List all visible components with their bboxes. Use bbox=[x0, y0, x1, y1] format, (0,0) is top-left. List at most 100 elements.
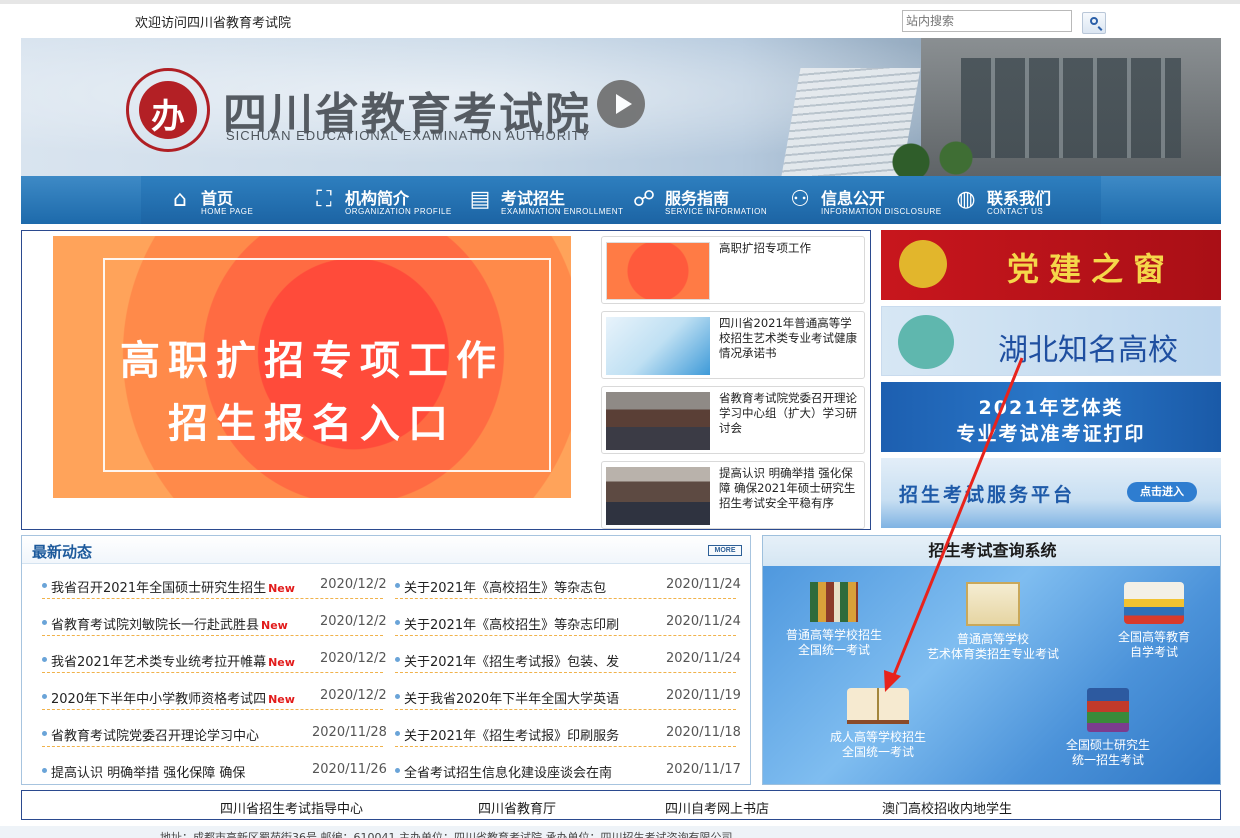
bullet-icon bbox=[42, 620, 47, 625]
query-body: 普通高等学校招生 全国统一考试 普通高等学校 艺术体育类招生专业考试 全国高等教… bbox=[763, 566, 1220, 784]
nav-label: 联系我们 bbox=[987, 189, 1052, 208]
query-item-line2: 全国统一考试 bbox=[797, 643, 870, 657]
news-item-title[interactable]: 关于2021年《高校招生》等杂志印刷 bbox=[404, 614, 659, 633]
news-item-title[interactable]: 提高认识 明确举措 强化保障 确保 bbox=[51, 762, 306, 781]
news-row[interactable]: 我省召开2021年全国硕士研究生招生 New 2020/12/2 bbox=[42, 569, 387, 599]
banner-trees-image bbox=[881, 138, 981, 176]
news-item-date: 2020/11/24 bbox=[666, 614, 741, 629]
news-item-date: 2020/11/24 bbox=[666, 651, 741, 666]
news-row[interactable]: 提高认识 明确举措 强化保障 确保 2020/11/26 bbox=[42, 754, 387, 784]
footer-address: 地址：成都市高新区蜀苑街36号 邮编：610041 主办单位：四川省教育考试院 … bbox=[160, 831, 733, 838]
book-stack-icon bbox=[1124, 582, 1184, 624]
featured-card[interactable]: 高职扩招专项工作 bbox=[601, 236, 865, 304]
bullet-icon bbox=[42, 768, 47, 773]
site-search-input[interactable] bbox=[902, 10, 1072, 32]
card-title: 提高认识 明确举措 强化保障 确保2021年硕士研究生招生考试安全平稳有序 bbox=[719, 466, 856, 510]
main-nav: ⌂ 首页 HOME PAGE ⛶ 机构简介 ORGANIZATION PROFI… bbox=[21, 176, 1221, 224]
new-badge: New bbox=[261, 619, 288, 632]
people-icon: ⚇ bbox=[790, 187, 810, 212]
news-item-title[interactable]: 2020年下半年中小学教师资格考试四 New bbox=[51, 688, 316, 707]
card-thumbnail bbox=[606, 317, 710, 375]
news-row[interactable]: 全省考试招生信息化建设座谈会在南 2020/11/17 bbox=[395, 754, 741, 784]
enter-button[interactable]: 点击进入 bbox=[1127, 482, 1197, 502]
news-item-date: 2020/12/2 bbox=[320, 651, 387, 666]
art-sports-admit-card-banner[interactable]: 2021年艺体类 专业考试准考证打印 bbox=[881, 382, 1221, 452]
news-row[interactable]: 关于我省2020年下半年全国大学英语 2020/11/19 bbox=[395, 680, 741, 710]
news-row[interactable]: 省教育考试院党委召开理论学习中心 2020/11/28 bbox=[42, 717, 387, 747]
query-item-adult-exam[interactable]: 成人高等学校招生 全国统一考试 bbox=[818, 688, 938, 760]
query-header: 招生考试查询系统 bbox=[763, 536, 1220, 566]
news-item-title[interactable]: 关于2021年《招生考试报》印刷服务 bbox=[404, 725, 659, 744]
school-icon bbox=[898, 315, 954, 369]
news-item-title[interactable]: 全省考试招生信息化建设座谈会在南 bbox=[404, 762, 659, 781]
news-item-title[interactable]: 关于我省2020年下半年全国大学英语 bbox=[404, 688, 659, 707]
bullet-icon bbox=[42, 731, 47, 736]
link-macau-universities[interactable]: 澳门高校招收内地学生 bbox=[882, 798, 1012, 817]
featured-card[interactable]: 四川省2021年普通高等学校招生艺术类专业考试健康情况承诺书 bbox=[601, 311, 865, 379]
nav-label: 考试招生 bbox=[501, 189, 566, 208]
news-row[interactable]: 关于2021年《招生考试报》印刷服务 2020/11/18 bbox=[395, 717, 741, 747]
welcome-text: 欢迎访问四川省教育考试院 bbox=[135, 16, 292, 31]
query-item-line1: 普通高等学校 bbox=[956, 632, 1029, 646]
featured-main-banner[interactable]: 高职扩招专项工作 招生报名入口 bbox=[53, 236, 571, 498]
globe-icon: ◍ bbox=[956, 187, 976, 212]
search-icon bbox=[1090, 17, 1098, 25]
org-chart-icon: ⛶ bbox=[316, 187, 332, 212]
hubei-banner-label: 湖北知名高校 bbox=[998, 333, 1178, 368]
new-badge: New bbox=[268, 693, 295, 706]
bullet-icon bbox=[395, 657, 400, 662]
featured-card[interactable]: 提高认识 明确举措 强化保障 确保2021年硕士研究生招生考试安全平稳有序 bbox=[601, 461, 865, 529]
news-row[interactable]: 2020年下半年中小学教师资格考试四 New 2020/12/2 bbox=[42, 680, 387, 710]
nav-label-en: HOME PAGE bbox=[201, 207, 254, 216]
query-item-art-sports[interactable]: 普通高等学校 艺术体育类招生专业考试 bbox=[913, 582, 1073, 662]
query-item-line2: 艺术体育类招生专业考试 bbox=[926, 647, 1059, 661]
thick-books-icon bbox=[1087, 688, 1129, 732]
new-badge: New bbox=[268, 582, 295, 595]
search-button[interactable] bbox=[1082, 12, 1106, 34]
query-item-postgraduate[interactable]: 全国硕士研究生 统一招生考试 bbox=[1053, 688, 1163, 768]
nav-label: 机构简介 bbox=[345, 189, 410, 208]
news-header: 最新动态 MORE bbox=[22, 536, 750, 564]
header-banner: 办 四川省教育考试院 SICHUAN EDUCATIONAL EXAMINATI… bbox=[21, 38, 1221, 176]
news-row[interactable]: 关于2021年《招生考试报》包装、发 2020/11/24 bbox=[395, 643, 741, 673]
party-building-banner[interactable]: 党建之窗 bbox=[881, 230, 1221, 300]
news-row[interactable]: 关于2021年《高校招生》等杂志印刷 2020/11/24 bbox=[395, 606, 741, 636]
news-item-title[interactable]: 省教育考试院党委召开理论学习中心 bbox=[51, 725, 306, 744]
new-badge: New bbox=[268, 656, 295, 669]
exam-service-platform-banner[interactable]: 招生考试服务平台 点击进入 bbox=[881, 458, 1221, 528]
site-title-english: SICHUAN EDUCATIONAL EXAMINATION AUTHORIT… bbox=[226, 128, 591, 143]
query-item-line1: 普通高等学校招生 bbox=[785, 628, 882, 642]
news-row[interactable]: 我省2021年艺术类专业统考拉开帷幕 New 2020/12/2 bbox=[42, 643, 387, 673]
news-item-title[interactable]: 省教育考试院刘敏院长一行赴武胜县 New bbox=[51, 614, 316, 633]
query-item-gaokao[interactable]: 普通高等学校招生 全国统一考试 bbox=[779, 582, 889, 658]
link-admissions-center[interactable]: 四川省招生考试指导中心 bbox=[220, 798, 363, 817]
news-item-title[interactable]: 我省召开2021年全国硕士研究生招生 New bbox=[51, 577, 316, 596]
news-item-title[interactable]: 我省2021年艺术类专业统考拉开帷幕 New bbox=[51, 651, 316, 670]
news-row[interactable]: 关于2021年《高校招生》等杂志包 2020/11/24 bbox=[395, 569, 741, 599]
news-item-title[interactable]: 关于2021年《高校招生》等杂志包 bbox=[404, 577, 659, 596]
art-banner-line-1: 2021年艺体类 bbox=[978, 397, 1124, 419]
nav-label-en: ORGANIZATION PROFILE bbox=[345, 207, 452, 216]
link-self-study-bookstore[interactable]: 四川自考网上书店 bbox=[665, 798, 769, 817]
card-thumbnail bbox=[606, 392, 710, 450]
news-row[interactable]: 省教育考试院刘敏院长一行赴武胜县 New 2020/12/2 bbox=[42, 606, 387, 636]
link-education-department[interactable]: 四川省教育厅 bbox=[478, 798, 556, 817]
query-item-self-study[interactable]: 全国高等教育 自学考试 bbox=[1099, 582, 1209, 660]
home-icon: ⌂ bbox=[173, 187, 187, 212]
hubei-universities-banner[interactable]: 湖北知名高校 bbox=[881, 306, 1221, 376]
bullet-icon bbox=[395, 731, 400, 736]
main-nav-inner: ⌂ 首页 HOME PAGE ⛶ 机构简介 ORGANIZATION PROFI… bbox=[141, 176, 1101, 224]
bullet-icon bbox=[42, 657, 47, 662]
nav-label: 信息公开 bbox=[821, 189, 886, 208]
more-link[interactable]: MORE bbox=[708, 545, 742, 556]
art-banner-line-2: 专业考试准考证打印 bbox=[956, 423, 1146, 445]
banner-line-2: 招生报名入口 bbox=[168, 400, 456, 447]
card-thumbnail bbox=[606, 467, 710, 525]
bullet-icon bbox=[42, 583, 47, 588]
news-item-title[interactable]: 关于2021年《招生考试报》包装、发 bbox=[404, 651, 659, 670]
video-play-button[interactable] bbox=[597, 80, 645, 128]
footer: 地址：成都市高新区蜀苑街36号 邮编：610041 主办单位：四川省教育考试院 … bbox=[0, 826, 1240, 838]
books-icon bbox=[810, 582, 858, 622]
featured-card[interactable]: 省教育考试院党委召开理论学习中心组（扩大）学习研讨会 bbox=[601, 386, 865, 454]
news-item-date: 2020/11/18 bbox=[666, 725, 741, 740]
